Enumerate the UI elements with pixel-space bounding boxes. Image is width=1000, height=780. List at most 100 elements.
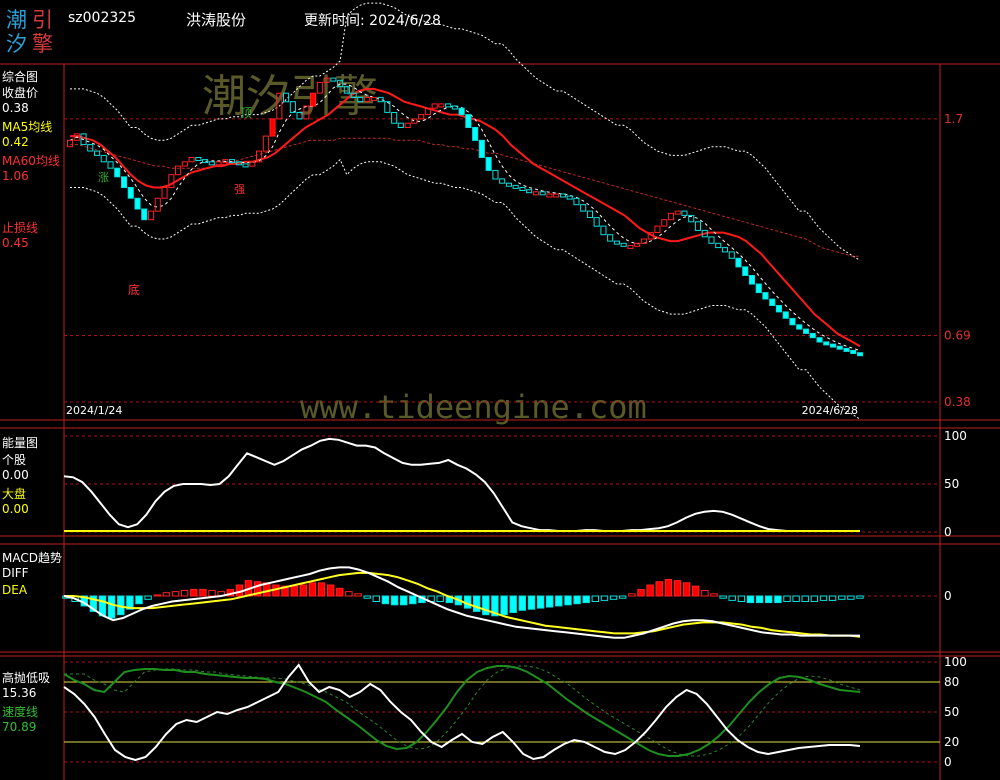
macd-histogram-bar [573,595,581,605]
macd-histogram-bar [582,595,590,604]
candle [620,242,627,247]
candle [681,210,688,216]
candle [404,122,411,128]
rise-signal-label: 涨 [98,171,109,184]
ma5-line [69,83,861,351]
candle [823,341,830,346]
macd-histogram-bar [546,595,554,608]
candle [127,187,134,199]
macd-histogram-bar [290,585,298,597]
macd-histogram-bar [655,581,663,597]
y-tick-label: 100 [944,429,967,443]
macd-histogram-bar [345,591,353,597]
candle [613,240,621,245]
candle [499,178,506,184]
candle [694,221,702,231]
candle [546,193,553,198]
candle [269,118,276,137]
candle [782,311,789,319]
candle [289,101,296,113]
candle [708,236,715,244]
candle [789,317,796,326]
candle [505,182,512,187]
candle [364,96,371,103]
macd-histogram-bar [664,579,673,597]
candle [600,225,607,236]
candle [323,77,330,83]
candle [229,159,236,164]
candle [607,234,614,242]
macd-histogram-bar [171,591,180,597]
candle [539,191,546,196]
macd-histogram-bar [819,595,828,601]
candle [654,225,661,234]
macd-histogram-bar [436,595,444,602]
candle [566,195,573,200]
candle [107,161,114,169]
candle [715,242,722,249]
candle [796,324,803,330]
candle [458,107,465,116]
strong-signal-label: 强 [234,183,245,196]
candle [748,275,756,285]
macd-histogram-bar [783,595,791,602]
candle [310,92,317,107]
candle [134,197,141,210]
candle [337,79,344,88]
macd-histogram-bar [162,592,171,597]
candle [634,242,641,247]
macd-histogram-bar [765,595,773,604]
macd-histogram-bar [144,595,152,600]
macd-histogram-bar [637,588,645,597]
candle [188,157,195,163]
candle [755,283,762,294]
y-tick-label: 0 [944,755,952,769]
candle [721,247,729,253]
macd-histogram-bar [509,595,517,613]
candle [559,193,567,198]
candle [175,165,182,176]
macd-histogram-bar [518,595,526,611]
candle [573,197,580,206]
candle [181,161,188,167]
candle [262,135,269,152]
candle [303,105,310,120]
macd-histogram-bar [354,593,362,597]
macd-histogram-bar [692,585,700,597]
macd-histogram-bar [856,595,864,599]
macd-histogram-bar [208,590,216,597]
candle [857,352,864,357]
macd-histogram-bar [400,595,408,606]
y-tick-label: 50 [944,705,959,719]
candle [728,251,735,259]
y-tick-label: 20 [944,735,959,749]
macd-histogram-bar [728,595,736,601]
macd-histogram-bar [792,595,800,602]
candle [667,212,675,221]
macd-histogram-bar [628,593,636,597]
macd-histogram-bar [673,580,682,597]
stock-chart: 1.7 0.69 0.38 2024/1/24 2024/6/28 底 顶强 涨 100 50 0 0… [0,2,1000,780]
macd-histogram-bar [847,595,855,600]
macd-histogram-bar [737,595,746,602]
macd-histogram-bar [536,595,545,609]
candle [195,157,202,161]
y-tick-label: 0.69 [944,329,971,343]
candle [472,127,479,141]
candle [580,204,587,212]
candle [627,244,634,249]
macd-histogram-bar [363,595,371,599]
candle [154,197,161,212]
candle [438,103,445,108]
macd-histogram-bar [482,595,490,616]
candle [830,343,837,348]
candle [431,103,438,109]
candle [121,176,128,189]
candle [208,161,215,166]
candle [114,167,121,178]
candle [465,114,472,128]
macd-histogram-bar [299,584,308,597]
candle [803,328,810,334]
macd-histogram-bar [199,588,207,597]
upper-band-line [70,2,861,261]
